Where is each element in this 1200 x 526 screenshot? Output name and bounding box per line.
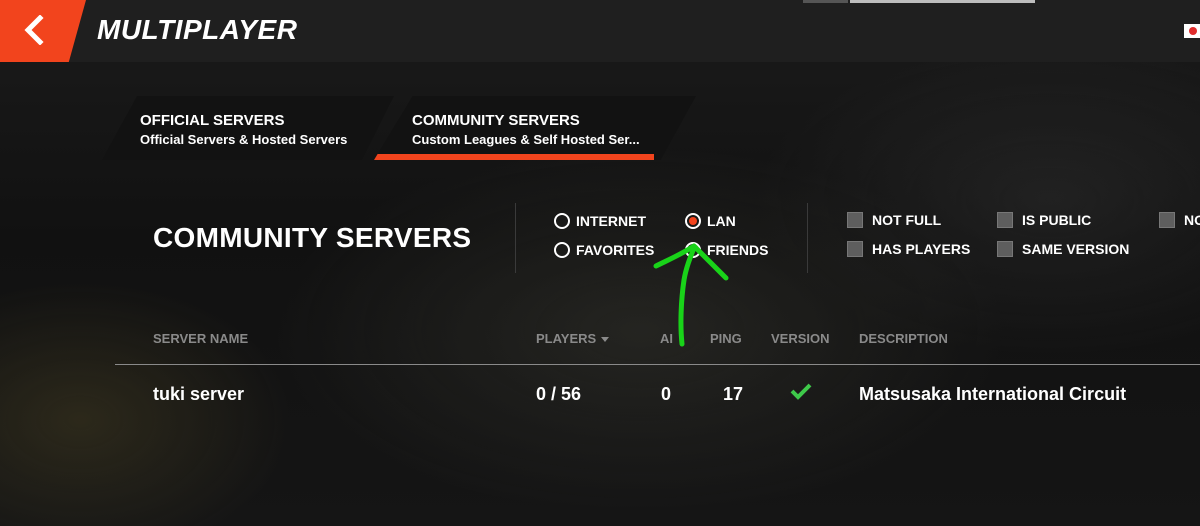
back-button[interactable] — [0, 0, 86, 62]
checkbox-label: SAME VERSION — [1022, 241, 1130, 257]
ping-cell: 17 — [723, 384, 744, 404]
column-header-description[interactable]: DESCRIPTION — [859, 331, 948, 346]
topbar-decoration — [803, 0, 848, 3]
ai-cell: 0 — [661, 384, 672, 404]
chevron-left-icon — [24, 15, 44, 45]
tab-label: OFFICIAL SERVERS — [140, 112, 285, 129]
radio-label: INTERNET — [576, 213, 646, 229]
tab-label: COMMUNITY SERVERS — [412, 112, 580, 129]
checkbox-box — [997, 241, 1013, 257]
sort-down-icon — [601, 337, 610, 343]
players-cell: 0 / 56 — [536, 384, 582, 404]
divider — [807, 203, 808, 273]
checkbox-box — [1159, 212, 1175, 228]
server-name-cell: tuki server — [153, 384, 245, 404]
column-header-label: PLAYERS — [536, 331, 597, 346]
table-header-divider — [115, 364, 1200, 365]
japan-flag-icon[interactable] — [1184, 24, 1200, 38]
top-bar: MULTIPLAYER — [0, 0, 1200, 62]
checkbox-box — [847, 241, 863, 257]
checkbox-box — [847, 212, 863, 228]
radio-label: LAN — [707, 213, 736, 229]
radio-circle — [554, 242, 570, 258]
tab-subtitle: Custom Leagues & Self Hosted Ser... — [412, 132, 640, 147]
filter-is-public-checkbox[interactable]: IS PUBLIC — [997, 212, 1091, 228]
checkbox-label: NO — [1184, 212, 1200, 228]
topbar-decoration — [850, 0, 1035, 3]
tab-community-servers[interactable]: COMMUNITY SERVERS Custom Leagues & Self … — [374, 96, 696, 160]
column-header-version[interactable]: VERSION — [771, 331, 830, 346]
checkbox-box — [997, 212, 1013, 228]
divider — [515, 203, 516, 273]
tab-subtitle: Official Servers & Hosted Servers — [140, 132, 348, 147]
filter-has-players-checkbox[interactable]: HAS PLAYERS — [847, 241, 970, 257]
checkbox-label: HAS PLAYERS — [872, 241, 971, 257]
column-header-server-name[interactable]: SERVER NAME — [153, 331, 248, 346]
checkbox-label: IS PUBLIC — [1022, 212, 1092, 228]
filter-no-checkbox[interactable]: NO — [1159, 212, 1200, 228]
section-title: COMMUNITY SERVERS — [153, 222, 472, 253]
filter-same-version-checkbox[interactable]: SAME VERSION — [997, 241, 1129, 257]
description-cell: Matsusaka International Circuit — [859, 384, 1127, 404]
filter-internet-radio[interactable]: INTERNET — [554, 213, 646, 229]
radio-circle-selected — [685, 213, 701, 229]
filter-lan-radio[interactable]: LAN — [685, 213, 736, 229]
version-ok-check-icon — [790, 383, 812, 400]
tab-official-servers[interactable]: OFFICIAL SERVERS Official Servers & Host… — [102, 96, 394, 160]
hand-drawn-arrow-annotation — [653, 243, 729, 347]
radio-circle — [554, 213, 570, 229]
page-title: MULTIPLAYER — [97, 14, 298, 45]
active-tab-indicator — [374, 154, 654, 160]
column-header-players[interactable]: PLAYERS — [536, 331, 610, 346]
checkbox-label: NOT FULL — [872, 212, 942, 228]
filter-not-full-checkbox[interactable]: NOT FULL — [847, 212, 941, 228]
